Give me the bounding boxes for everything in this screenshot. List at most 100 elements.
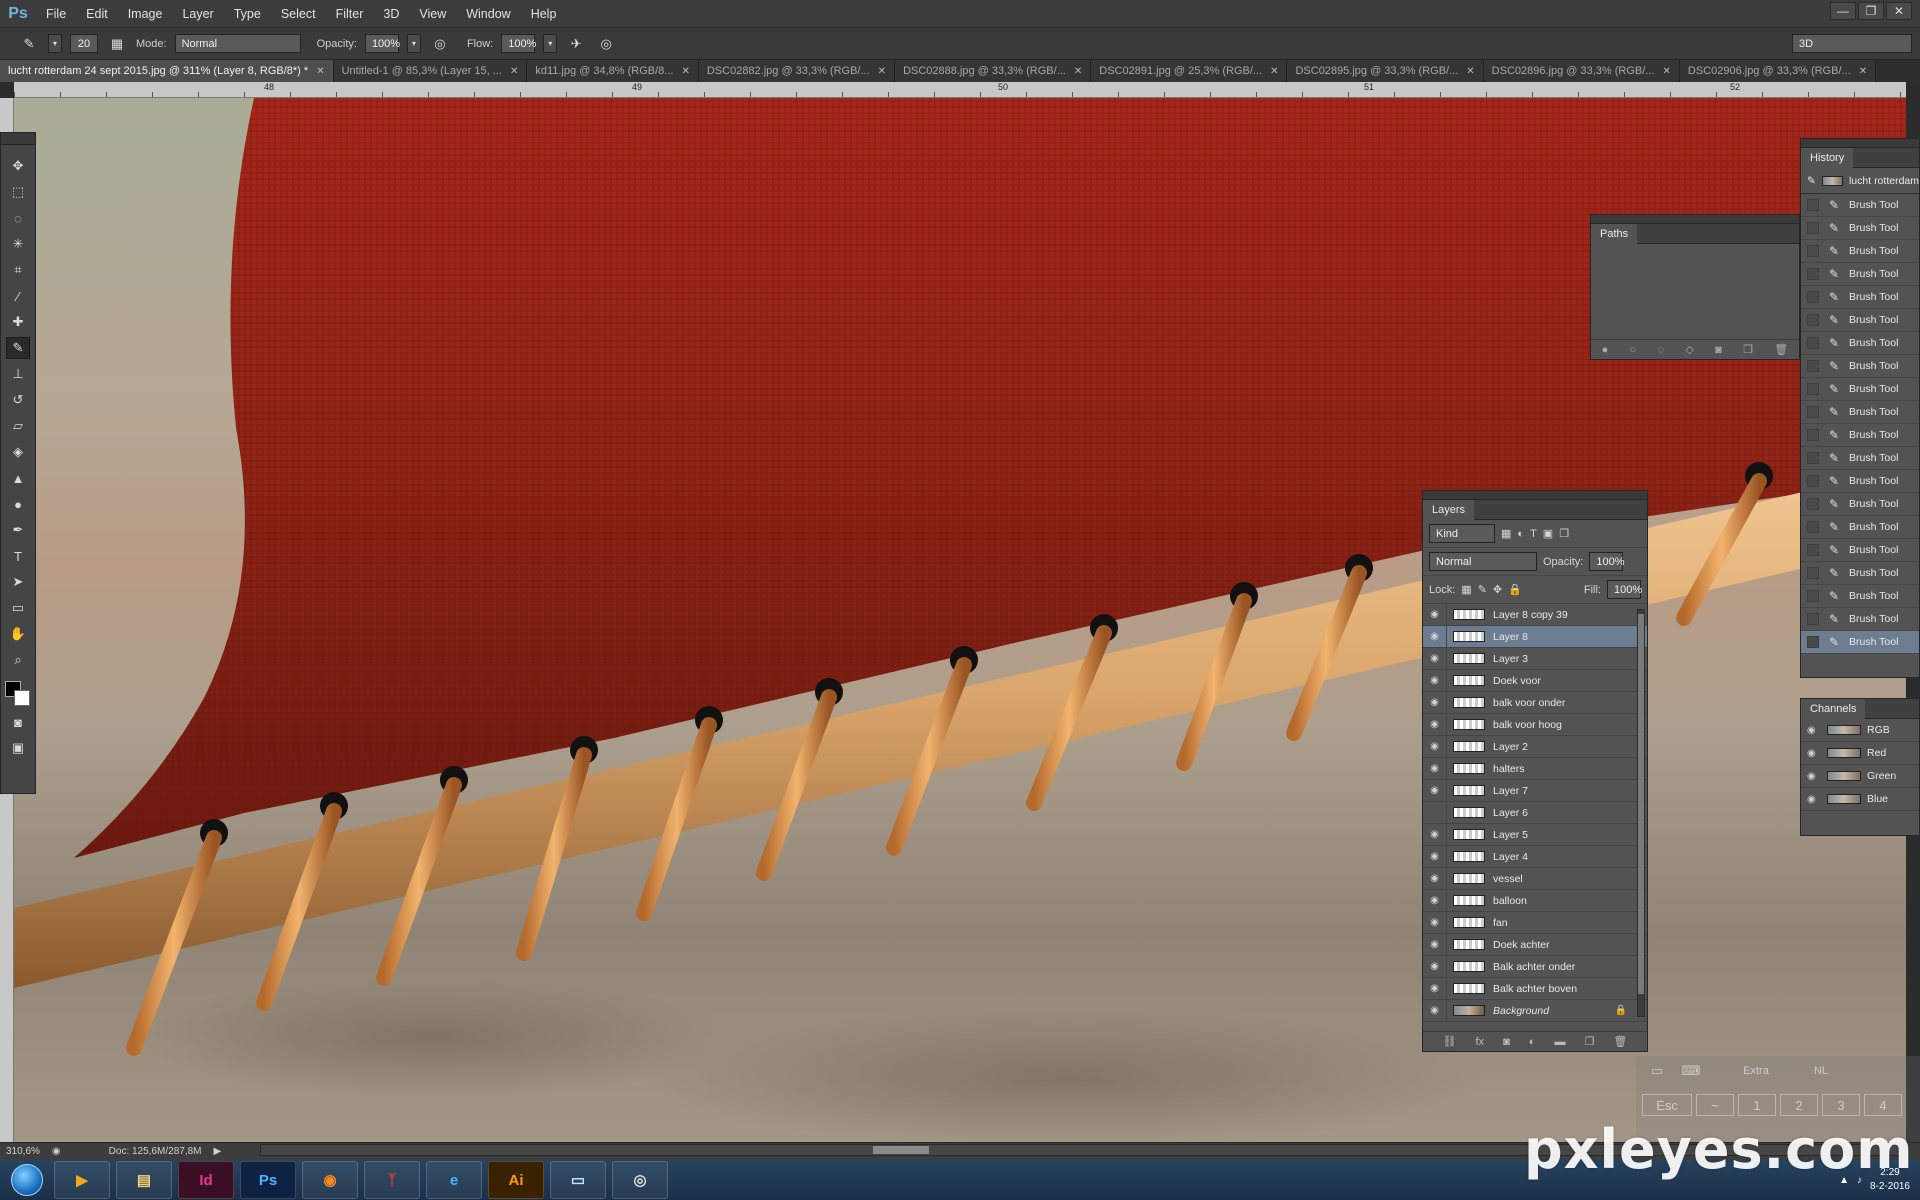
layer-row[interactable]: ◉ halters xyxy=(1423,757,1647,780)
quick-mask-icon[interactable]: ◙ xyxy=(6,711,30,733)
history-step[interactable]: ✎ Brush Tool xyxy=(1801,424,1919,447)
history-step[interactable]: ✎ Brush Tool xyxy=(1801,309,1919,332)
keyboard-language-button[interactable]: NL xyxy=(1796,1060,1846,1082)
pressure-size-icon[interactable]: ◎ xyxy=(595,33,617,55)
healing-brush-tool-icon[interactable]: ✚ xyxy=(6,311,30,333)
channel-row[interactable]: ◉ RGB xyxy=(1801,719,1919,742)
brush-preset-icon[interactable]: ✎ xyxy=(18,33,40,55)
key-1[interactable]: 1 xyxy=(1738,1094,1776,1116)
status-menu-arrow-icon[interactable]: ▶ xyxy=(213,1146,221,1157)
history-step[interactable]: ✎ Brush Tool xyxy=(1801,263,1919,286)
taskbar-internet-explorer-icon[interactable]: e xyxy=(426,1161,482,1199)
layer-visibility-toggle[interactable]: ◉ xyxy=(1423,801,1447,824)
new-layer-icon[interactable]: ❐ xyxy=(1585,1035,1595,1048)
layer-visibility-toggle[interactable]: ◉ xyxy=(1423,977,1447,1000)
paths-tab[interactable]: Paths xyxy=(1591,223,1638,244)
workspace-select[interactable]: 3D xyxy=(1792,34,1912,53)
type-tool-icon[interactable]: T xyxy=(6,545,30,567)
layer-row[interactable]: ◉ Doek voor xyxy=(1423,669,1647,692)
keyboard-layout-icon[interactable]: ⌨ xyxy=(1676,1060,1706,1082)
menu-edit[interactable]: Edit xyxy=(76,7,118,21)
magic-wand-tool-icon[interactable]: ✳ xyxy=(6,233,30,255)
new-group-icon[interactable]: ▬ xyxy=(1554,1036,1565,1048)
layer-visibility-toggle[interactable]: ◉ xyxy=(1423,647,1447,670)
history-source-checkbox[interactable] xyxy=(1807,567,1819,579)
history-snapshot[interactable]: ✎ lucht rotterdam xyxy=(1801,168,1919,194)
lock-transparent-icon[interactable]: ▦ xyxy=(1461,583,1471,596)
tab-close-icon[interactable]: ✕ xyxy=(681,66,689,77)
layer-row[interactable]: ◉ Balk achter onder xyxy=(1423,955,1647,978)
key-3[interactable]: 3 xyxy=(1822,1094,1860,1116)
horizontal-scrollbar-thumb[interactable] xyxy=(873,1146,929,1154)
history-step[interactable]: ✎ Brush Tool xyxy=(1801,217,1919,240)
brush-panel-toggle-icon[interactable]: ▦ xyxy=(106,33,128,55)
rectangle-tool-icon[interactable]: ▭ xyxy=(6,597,30,619)
fill-path-icon[interactable]: ● xyxy=(1602,344,1609,356)
history-step[interactable]: ✎ Brush Tool xyxy=(1801,539,1919,562)
layer-row[interactable]: ◉ Layer 2 xyxy=(1423,735,1647,758)
lock-position-icon[interactable]: ✥ xyxy=(1493,583,1502,596)
restore-button[interactable]: ❐ xyxy=(1858,2,1884,20)
layer-row[interactable]: ◉ balk voor onder xyxy=(1423,691,1647,714)
clone-stamp-tool-icon[interactable]: ⊥ xyxy=(6,363,30,385)
history-step[interactable]: ✎ Brush Tool xyxy=(1801,516,1919,539)
tab-close-icon[interactable]: ✕ xyxy=(1074,66,1082,77)
hand-tool-icon[interactable]: ✋ xyxy=(6,623,30,645)
channel-row[interactable]: ◉ Blue xyxy=(1801,788,1919,811)
document-tab[interactable]: DSC02888.jpg @ 33,3% (RGB/... ✕ xyxy=(895,60,1092,82)
add-mask-icon[interactable]: ◙ xyxy=(1503,1036,1510,1048)
layer-row[interactable]: ◉ balloon xyxy=(1423,889,1647,912)
history-step[interactable]: ✎ Brush Tool xyxy=(1801,493,1919,516)
history-source-checkbox[interactable] xyxy=(1807,498,1819,510)
delete-path-icon[interactable]: 🗑 xyxy=(1774,343,1788,356)
visibility-eye-icon[interactable]: ◉ xyxy=(1807,794,1821,805)
history-step[interactable]: ✎ Brush Tool xyxy=(1801,562,1919,585)
tab-close-icon[interactable]: ✕ xyxy=(1270,66,1278,77)
layer-visibility-toggle[interactable]: ◉ xyxy=(1423,691,1447,714)
taskbar-firefox-icon[interactable]: ◉ xyxy=(302,1161,358,1199)
layer-row[interactable]: ◉ Background 🔒 xyxy=(1423,999,1647,1022)
document-tab[interactable]: DSC02891.jpg @ 25,3% (RGB/... ✕ xyxy=(1091,60,1288,82)
minimize-button[interactable]: — xyxy=(1830,2,1856,20)
layers-tab[interactable]: Layers xyxy=(1423,499,1475,520)
layer-fill-field[interactable]: 100% xyxy=(1607,580,1642,599)
layer-visibility-toggle[interactable]: ◉ xyxy=(1423,845,1447,868)
layer-row[interactable]: ◉ Layer 5 xyxy=(1423,823,1647,846)
history-source-checkbox[interactable] xyxy=(1807,544,1819,556)
history-step[interactable]: ✎ Brush Tool xyxy=(1801,401,1919,424)
layer-row[interactable]: ◉ balk voor hoog xyxy=(1423,713,1647,736)
move-tool-icon[interactable]: ✥ xyxy=(6,155,30,177)
opacity-dropdown[interactable]: ▾ xyxy=(406,34,421,53)
history-source-checkbox[interactable] xyxy=(1807,613,1819,625)
layer-visibility-toggle[interactable]: ◉ xyxy=(1423,735,1447,758)
menu-window[interactable]: Window xyxy=(456,7,520,21)
visibility-eye-icon[interactable]: ◉ xyxy=(1807,771,1821,782)
layer-row[interactable]: ◉ Layer 6 xyxy=(1423,801,1647,824)
filter-shape-icon[interactable]: ▣ xyxy=(1543,527,1553,540)
layer-visibility-toggle[interactable]: ◉ xyxy=(1423,867,1447,890)
history-step[interactable]: ✎ Brush Tool xyxy=(1801,332,1919,355)
document-tab[interactable]: lucht rotterdam 24 sept 2015.jpg @ 311% … xyxy=(0,60,334,82)
load-selection-icon[interactable]: ◌ xyxy=(1658,344,1665,356)
layer-visibility-toggle[interactable]: ◉ xyxy=(1423,713,1447,736)
make-work-path-icon[interactable]: ◇ xyxy=(1685,343,1693,356)
taskbar-filezilla-icon[interactable]: ᛉ xyxy=(364,1161,420,1199)
history-source-checkbox[interactable] xyxy=(1807,337,1819,349)
crop-tool-icon[interactable]: ⌗ xyxy=(6,259,30,281)
document-tab[interactable]: Untitled-1 @ 85,3% (Layer 15, ... ✕ xyxy=(333,60,528,82)
layer-row[interactable]: ◉ Layer 7 xyxy=(1423,779,1647,802)
menu-3d[interactable]: 3D xyxy=(373,7,409,21)
key-4[interactable]: 4 xyxy=(1864,1094,1902,1116)
start-button[interactable] xyxy=(0,1160,54,1200)
menu-layer[interactable]: Layer xyxy=(172,7,223,21)
tab-close-icon[interactable]: ✕ xyxy=(1466,66,1474,77)
new-adjustment-icon[interactable]: ◐ xyxy=(1529,1036,1536,1048)
layer-opacity-field[interactable]: 100% xyxy=(1589,552,1625,571)
history-step[interactable]: ✎ Brush Tool xyxy=(1801,470,1919,493)
history-brush-tool-icon[interactable]: ↺ xyxy=(6,389,30,411)
layer-visibility-toggle[interactable]: ◉ xyxy=(1423,933,1447,956)
taskbar-photoshop-icon[interactable]: Ps xyxy=(240,1161,296,1199)
blur-tool-icon[interactable]: ▲ xyxy=(6,467,30,489)
filter-smart-object-icon[interactable]: ❐ xyxy=(1559,527,1569,540)
layer-visibility-toggle[interactable]: ◉ xyxy=(1423,999,1447,1022)
